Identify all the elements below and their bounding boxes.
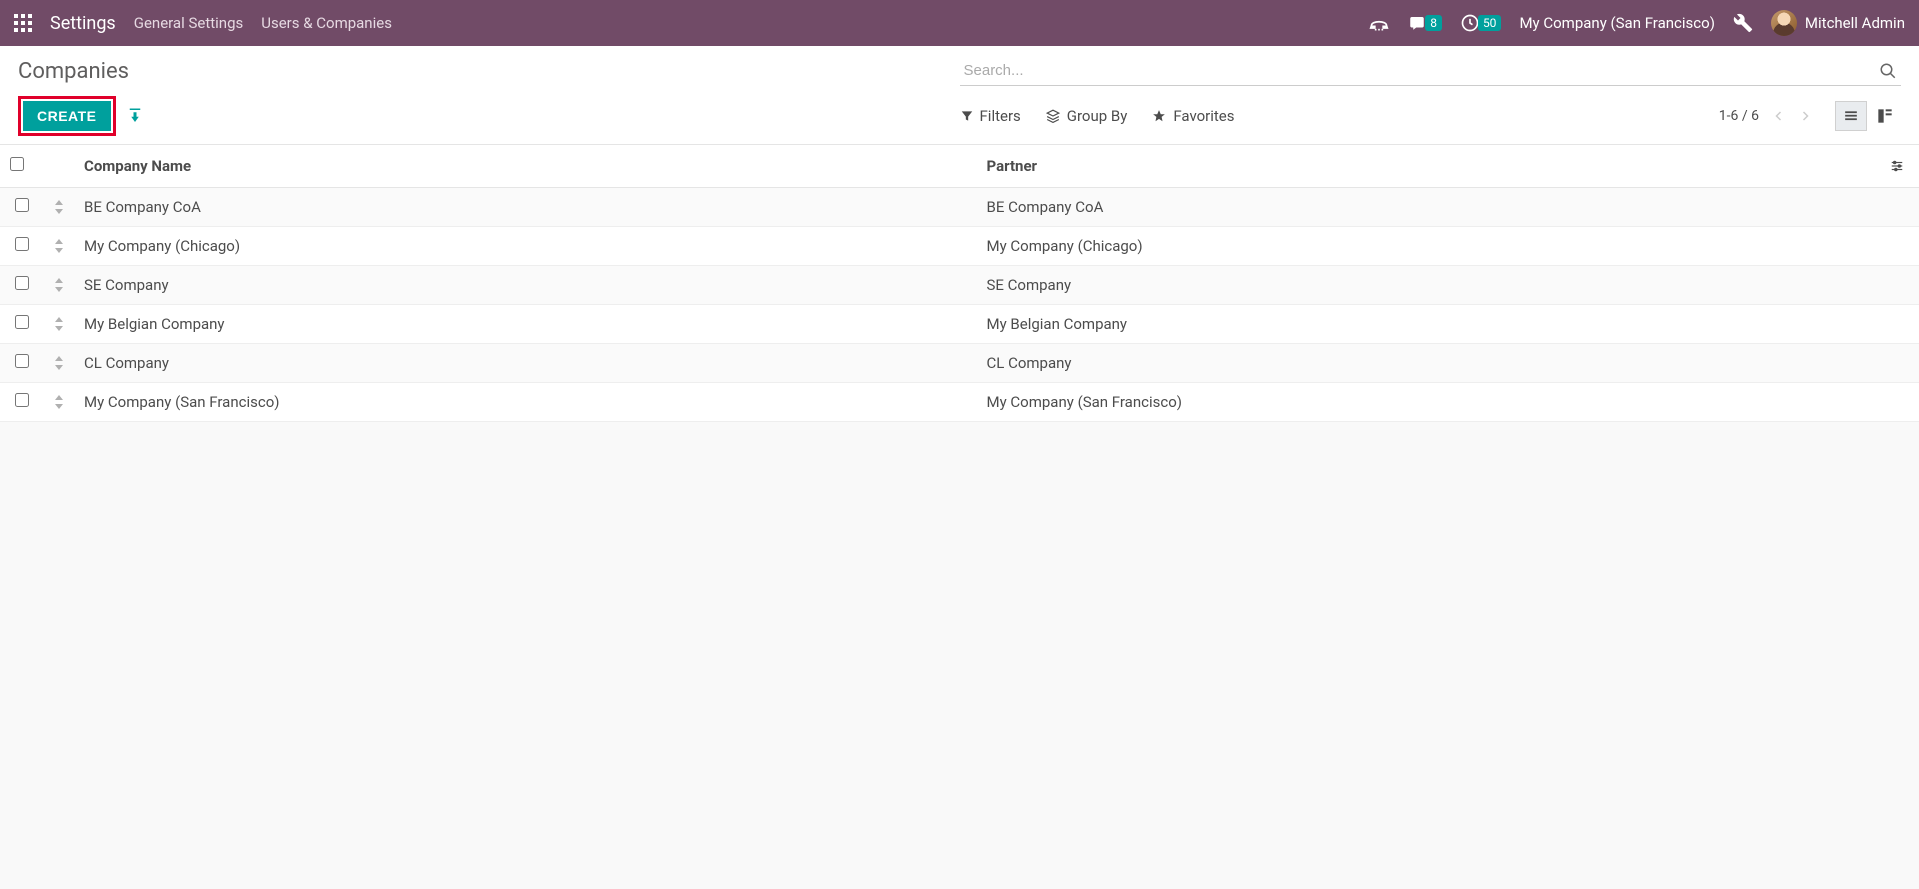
cell-partner: My Company (San Francisco) (977, 383, 1880, 422)
cell-company-name: My Company (San Francisco) (74, 383, 977, 422)
apps-icon[interactable] (14, 14, 32, 32)
import-icon[interactable] (126, 107, 144, 125)
activities-icon[interactable]: 50 (1460, 13, 1502, 33)
row-checkbox[interactable] (15, 276, 29, 290)
control-panel: Companies CREATE Filters (0, 46, 1919, 145)
cell-partner: BE Company CoA (977, 188, 1880, 227)
voip-icon[interactable] (1369, 14, 1389, 32)
row-checkbox[interactable] (15, 354, 29, 368)
debug-icon[interactable] (1733, 13, 1753, 33)
create-button[interactable]: CREATE (23, 101, 111, 131)
filters-label: Filters (980, 107, 1021, 125)
search-box (960, 56, 1902, 86)
list-view-icon[interactable] (1835, 101, 1867, 131)
cell-company-name: SE Company (74, 266, 977, 305)
pager-prev-icon[interactable] (1773, 109, 1785, 123)
groupby-button[interactable]: Group By (1045, 107, 1128, 125)
cell-partner: CL Company (977, 344, 1880, 383)
drag-handle-icon[interactable] (44, 266, 74, 305)
search-options: Filters Group By Favorites (960, 107, 1235, 125)
cell-partner: My Belgian Company (977, 305, 1880, 344)
pager-text: 1-6 / 6 (1719, 108, 1759, 124)
navbar-left: Settings General Settings Users & Compan… (14, 13, 392, 34)
column-partner[interactable]: Partner (977, 145, 1880, 188)
view-switcher (1835, 101, 1901, 131)
groupby-label: Group By (1067, 107, 1128, 125)
row-checkbox[interactable] (15, 315, 29, 329)
row-checkbox[interactable] (15, 198, 29, 212)
user-name: Mitchell Admin (1805, 14, 1905, 32)
avatar (1771, 10, 1797, 36)
list-view: Company Name Partner BE Company CoA BE C… (0, 145, 1919, 422)
company-selector[interactable]: My Company (San Francisco) (1519, 14, 1714, 32)
messages-badge: 8 (1425, 15, 1442, 31)
nav-menu-users-companies[interactable]: Users & Companies (261, 14, 392, 32)
app-brand[interactable]: Settings (50, 13, 116, 34)
cell-company-name: BE Company CoA (74, 188, 977, 227)
pager: 1-6 / 6 (1719, 101, 1901, 131)
table-row[interactable]: My Belgian Company My Belgian Company (0, 305, 1919, 344)
cell-partner: SE Company (977, 266, 1880, 305)
top-navbar: Settings General Settings Users & Compan… (0, 0, 1919, 46)
cell-company-name: CL Company (74, 344, 977, 383)
drag-handle-icon[interactable] (44, 305, 74, 344)
filters-button[interactable]: Filters (960, 107, 1021, 125)
kanban-view-icon[interactable] (1869, 101, 1901, 131)
drag-handle-icon[interactable] (44, 383, 74, 422)
cell-company-name: My Company (Chicago) (74, 227, 977, 266)
table-header-row: Company Name Partner (0, 145, 1919, 188)
row-checkbox[interactable] (15, 237, 29, 251)
search-input[interactable] (960, 56, 1902, 85)
companies-table: Company Name Partner BE Company CoA BE C… (0, 145, 1919, 422)
drag-handle-icon[interactable] (44, 344, 74, 383)
table-row[interactable]: CL Company CL Company (0, 344, 1919, 383)
cell-company-name: My Belgian Company (74, 305, 977, 344)
select-all-checkbox[interactable] (10, 157, 24, 171)
table-row[interactable]: My Company (San Francisco) My Company (S… (0, 383, 1919, 422)
favorites-label: Favorites (1173, 107, 1234, 125)
column-company-name[interactable]: Company Name (74, 145, 977, 188)
table-row[interactable]: SE Company SE Company (0, 266, 1919, 305)
cell-partner: My Company (Chicago) (977, 227, 1880, 266)
create-button-highlight: CREATE (18, 96, 116, 136)
favorites-button[interactable]: Favorites (1151, 107, 1234, 125)
search-icon[interactable] (1879, 62, 1897, 80)
drag-handle-icon[interactable] (44, 227, 74, 266)
activities-badge: 50 (1478, 15, 1502, 31)
table-row[interactable]: BE Company CoA BE Company CoA (0, 188, 1919, 227)
page-title: Companies (18, 59, 960, 84)
nav-menu-general-settings[interactable]: General Settings (134, 14, 244, 32)
pager-next-icon[interactable] (1799, 109, 1811, 123)
row-checkbox[interactable] (15, 393, 29, 407)
navbar-right: 8 50 My Company (San Francisco) Mitchell… (1369, 10, 1905, 36)
user-menu[interactable]: Mitchell Admin (1771, 10, 1905, 36)
table-row[interactable]: My Company (Chicago) My Company (Chicago… (0, 227, 1919, 266)
optional-columns-icon[interactable] (1889, 159, 1909, 173)
drag-handle-icon[interactable] (44, 188, 74, 227)
messages-icon[interactable]: 8 (1407, 14, 1442, 32)
